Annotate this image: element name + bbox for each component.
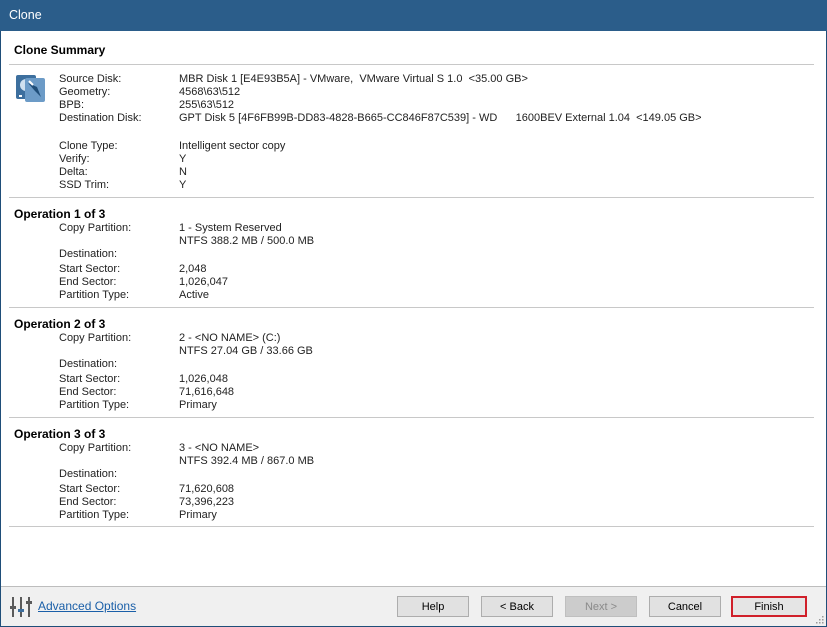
next-button: Next > [565, 596, 637, 617]
delta-value: N [179, 166, 187, 178]
partition-type-value: Active [179, 289, 209, 301]
destination-disk-value: GPT Disk 5 [4F6FB99B-DD83-4828-B665-CC84… [179, 112, 702, 124]
resize-grip-icon[interactable] [816, 616, 824, 624]
copy-partition-label: Copy Partition: [59, 332, 132, 344]
start-sector-value: 71,620,608 [179, 483, 235, 495]
destination-label: Destination: [59, 248, 118, 260]
end-sector-value: 71,616,648 [179, 386, 235, 398]
clone-type-value: Intelligent sector copy [179, 140, 286, 152]
copy-partition-info: NTFS 27.04 GB / 33.66 GB [179, 345, 313, 357]
divider [9, 197, 814, 198]
copy-partition-name: 1 - System Reserved [179, 222, 282, 234]
partition-type-label: Partition Type: [59, 289, 130, 301]
start-sector-label: Start Sector: [59, 373, 121, 385]
operation-1-title: Operation 1 of 3 [14, 207, 106, 221]
ssd-trim-value: Y [179, 179, 187, 191]
clone-summary-title: Clone Summary [14, 43, 106, 57]
partition-type-value: Primary [179, 509, 217, 521]
verify-label: Verify: [59, 153, 90, 165]
summary-panel: Clone Summary Source Disk: MBR Disk 1 [E… [1, 31, 826, 586]
geometry-label: Geometry: [59, 86, 111, 98]
cancel-button[interactable]: Cancel [649, 596, 721, 617]
ssd-trim-label: SSD Trim: [59, 179, 110, 191]
copy-partition-info: NTFS 392.4 MB / 867.0 MB [179, 455, 315, 467]
partition-type-label: Partition Type: [59, 509, 130, 521]
dialog-client: Clone Summary Source Disk: MBR Disk 1 [E… [1, 31, 826, 626]
source-disk-label: Source Disk: [59, 73, 122, 85]
destination-label: Destination: [59, 468, 118, 480]
help-button[interactable]: Help [397, 596, 469, 617]
disk-clone-icon [16, 75, 45, 102]
end-sector-value: 73,396,223 [179, 496, 235, 508]
source-disk-value: MBR Disk 1 [E4E93B5A] - VMware, VMware V… [179, 73, 528, 85]
start-sector-label: Start Sector: [59, 263, 121, 275]
partition-type-value: Primary [179, 399, 217, 411]
delta-label: Delta: [59, 166, 88, 178]
divider [9, 417, 814, 418]
window-title-bar: Clone [0, 0, 827, 31]
start-sector-value: 1,026,048 [179, 373, 228, 385]
back-button[interactable]: < Back [481, 596, 553, 617]
copy-partition-name: 2 - <NO NAME> (C:) [179, 332, 281, 344]
divider [9, 307, 814, 308]
finish-button[interactable]: Finish [731, 596, 807, 617]
start-sector-label: Start Sector: [59, 483, 121, 495]
divider [9, 64, 814, 65]
destination-label: Destination: [59, 358, 118, 370]
bpb-label: BPB: [59, 99, 85, 111]
copy-partition-label: Copy Partition: [59, 442, 132, 454]
dialog-footer: Advanced Options Help < Back Next > Canc… [1, 586, 826, 626]
end-sector-label: End Sector: [59, 386, 117, 398]
operation-3-title: Operation 3 of 3 [14, 427, 106, 441]
start-sector-value: 2,048 [179, 263, 207, 275]
sliders-icon[interactable] [10, 596, 32, 618]
window-title: Clone [9, 8, 42, 22]
geometry-value: 4568\63\512 [179, 86, 241, 98]
partition-type-label: Partition Type: [59, 399, 130, 411]
destination-disk-label: Destination Disk: [59, 112, 142, 124]
copy-partition-info: NTFS 388.2 MB / 500.0 MB [179, 235, 315, 247]
end-sector-value: 1,026,047 [179, 276, 228, 288]
end-sector-label: End Sector: [59, 496, 117, 508]
operation-2-title: Operation 2 of 3 [14, 317, 106, 331]
bpb-value: 255\63\512 [179, 99, 235, 111]
copy-partition-name: 3 - <NO NAME> [179, 442, 260, 454]
verify-value: Y [179, 153, 187, 165]
end-sector-label: End Sector: [59, 276, 117, 288]
copy-partition-label: Copy Partition: [59, 222, 132, 234]
advanced-options-link[interactable]: Advanced Options [38, 599, 136, 613]
divider [9, 526, 814, 527]
clone-type-label: Clone Type: [59, 140, 118, 152]
